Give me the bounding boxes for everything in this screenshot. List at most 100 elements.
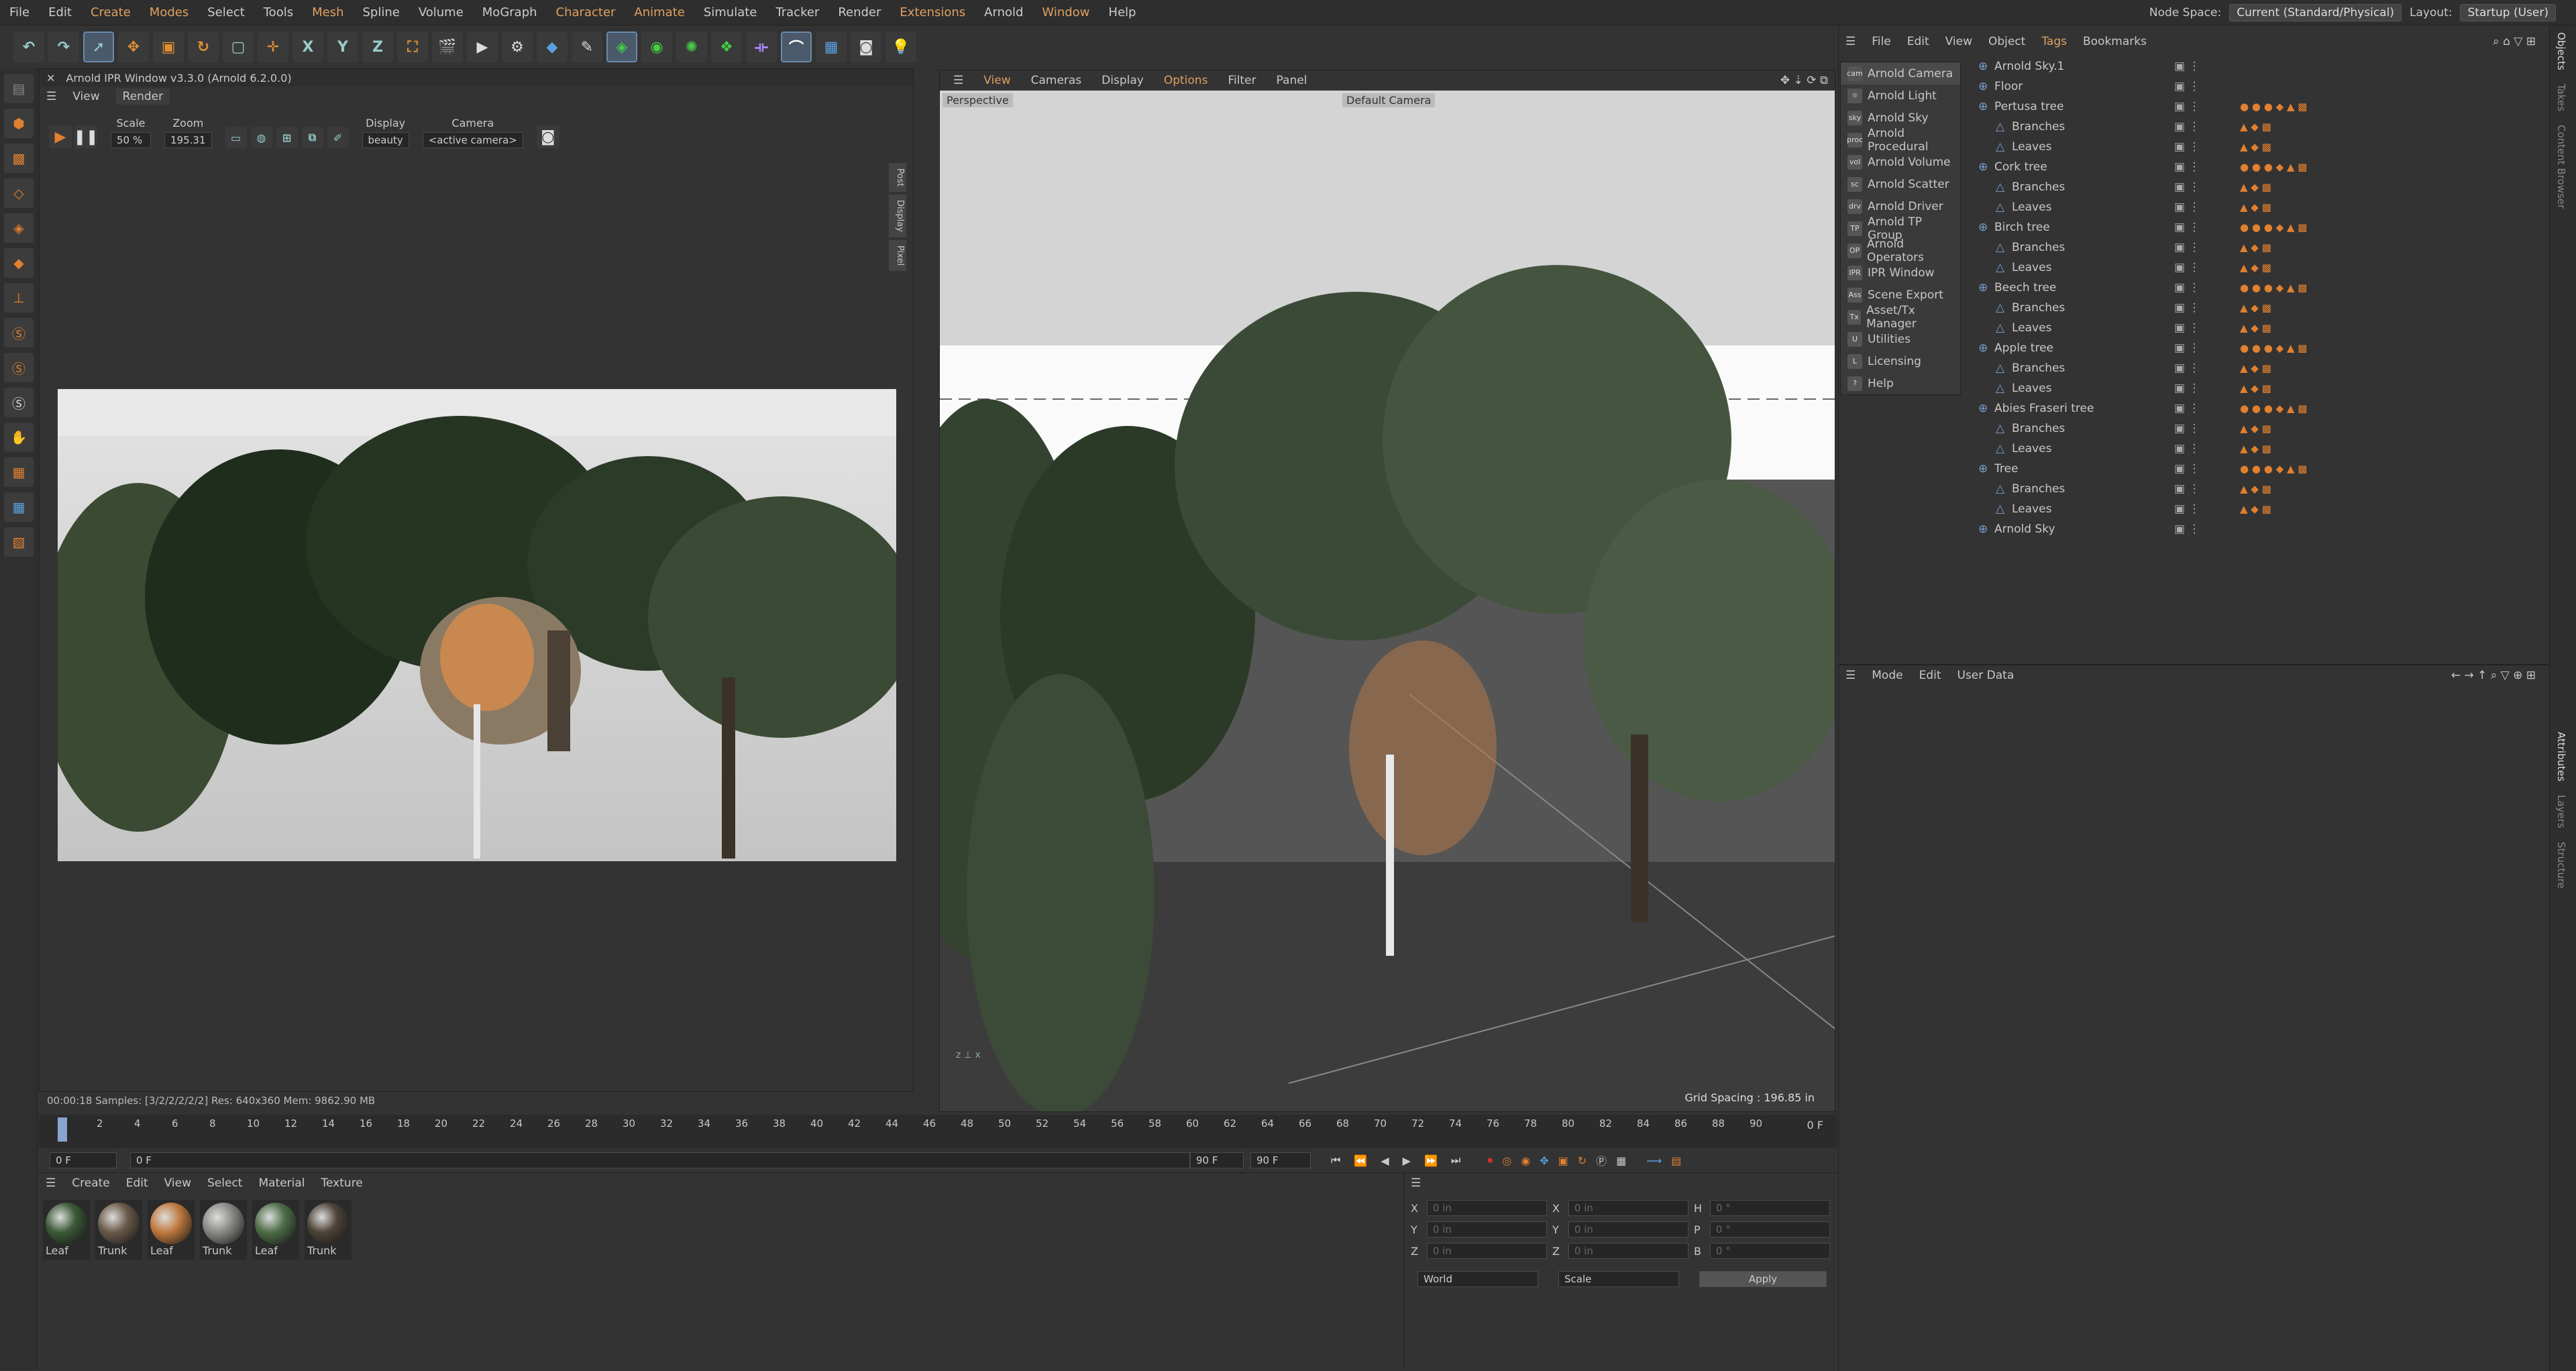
go-start-icon[interactable]: ⏮ (1331, 1154, 1340, 1167)
snap-options-icon[interactable]: Ⓢ (4, 388, 34, 417)
tag-icons[interactable]: ● ● ● ◆ ▲ ▩ (2240, 342, 2307, 354)
locked-workplane-icon[interactable]: ▧ (4, 527, 34, 557)
dope-sheet-icon[interactable]: ▤ (1671, 1154, 1681, 1167)
arnold-menu-item[interactable]: Ass Scene Export (1841, 284, 1960, 306)
object-row[interactable]: ⊕ Abies Fraseri tree ▣ ⋮ ● ● ● ◆ ▲ ▩ (1965, 398, 2550, 419)
key-param-icon[interactable]: Ⓟ (1596, 1152, 1607, 1168)
globe-icon[interactable]: ◍ (250, 127, 272, 148)
obj-menu-bookmarks[interactable]: Bookmarks (2083, 35, 2147, 48)
ipr-menu-render[interactable]: Render (115, 89, 170, 105)
mat-menu-edit[interactable]: Edit (126, 1176, 148, 1190)
object-row[interactable]: △ Branches ▣ ⋮ ▲ ◆ ▩ (1965, 419, 2550, 439)
tag-icons[interactable]: ▲ ◆ ▩ (2240, 483, 2271, 495)
arnold-menu-item[interactable]: ? Help (1841, 372, 1960, 394)
transform-tool-icon[interactable]: ✛ (258, 32, 288, 62)
right-tab[interactable]: Takes (2550, 77, 2573, 118)
coord-field[interactable]: 0 ° (1709, 1243, 1830, 1259)
coord-field[interactable]: 0 in (1426, 1200, 1547, 1216)
placeholder-tool-icon[interactable]: ▢ (223, 32, 254, 62)
object-row[interactable]: ⊕ Arnold Sky.1 ▣ ⋮ (1965, 56, 2550, 76)
make-editable-icon[interactable]: ▤ (4, 74, 34, 103)
material-swatch[interactable]: Trunk (305, 1200, 352, 1260)
tag-icons[interactable]: ▲ ◆ ▩ (2240, 201, 2271, 213)
visibility-icon[interactable]: ▣ ⋮ (2174, 462, 2200, 476)
menu-tools[interactable]: Tools (254, 5, 303, 19)
material-swatch[interactable]: Leaf (43, 1200, 90, 1260)
visibility-icon[interactable]: ▣ ⋮ (2174, 201, 2200, 214)
coord-field[interactable]: 0 in (1568, 1243, 1688, 1259)
render-region-icon[interactable]: 🎬 (432, 32, 463, 62)
obj-menu-file[interactable]: File (1872, 35, 1890, 48)
arnold-menu-item[interactable]: sc Arnold Scatter (1841, 173, 1960, 195)
record-icon[interactable]: ⏺ (1487, 1154, 1493, 1167)
object-row[interactable]: △ Leaves ▣ ⋮ ▲ ◆ ▩ (1965, 378, 2550, 398)
render-view-icon[interactable]: ▶ (467, 32, 498, 62)
cube-icon[interactable]: ◆ (537, 32, 568, 62)
start-render-icon[interactable]: ▶ (49, 125, 72, 148)
timeline-playhead[interactable] (58, 1117, 67, 1142)
tag-icons[interactable]: ▲ ◆ ▩ (2240, 382, 2271, 394)
generator-icon[interactable]: ◉ (641, 32, 672, 62)
object-row[interactable]: ⊕ Birch tree ▣ ⋮ ● ● ● ◆ ▲ ▩ (1965, 217, 2550, 237)
visibility-icon[interactable]: ▣ ⋮ (2174, 180, 2200, 194)
object-row[interactable]: ⊕ Floor ▣ ⋮ (1965, 76, 2550, 97)
tag-icons[interactable]: ▲ ◆ ▩ (2240, 322, 2271, 334)
apply-button[interactable]: Apply (1699, 1271, 1827, 1287)
tag-icons[interactable]: ● ● ● ◆ ▲ ▩ (2240, 463, 2307, 475)
object-row[interactable]: △ Branches ▣ ⋮ ▲ ◆ ▩ (1965, 358, 2550, 378)
visibility-icon[interactable]: ▣ ⋮ (2174, 321, 2200, 335)
vp-menu-options[interactable]: Options (1164, 74, 1208, 87)
object-row[interactable]: ⊕ Cork tree ▣ ⋮ ● ● ● ◆ ▲ ▩ (1965, 157, 2550, 177)
side-tab-pixel[interactable]: Pixel (889, 240, 906, 272)
tag-icons[interactable]: ● ● ● ◆ ▲ ▩ (2240, 221, 2307, 233)
attr-menu-userdata[interactable]: User Data (1957, 669, 2015, 682)
vp-menu-display[interactable]: Display (1102, 74, 1144, 87)
axis-y-button[interactable]: Y (327, 32, 358, 62)
object-row[interactable]: ⊕ Pertusa tree ▣ ⋮ ● ● ● ◆ ▲ ▩ (1965, 97, 2550, 117)
object-row[interactable]: △ Branches ▣ ⋮ ▲ ◆ ▩ (1965, 479, 2550, 499)
mat-menu-view[interactable]: View (164, 1176, 191, 1190)
vp-menu-cameras[interactable]: Cameras (1031, 74, 1082, 87)
coord-field[interactable]: 0 in (1568, 1200, 1688, 1216)
coord-field[interactable]: 0 in (1568, 1221, 1688, 1238)
attr-menu-edit[interactable]: Edit (1919, 669, 1941, 682)
visibility-icon[interactable]: ▣ ⋮ (2174, 482, 2200, 496)
layout-dropdown[interactable]: Startup (User) (2460, 4, 2556, 21)
tag-icons[interactable]: ▲ ◆ ▩ (2240, 423, 2271, 435)
coord-field[interactable]: 0 in (1426, 1243, 1547, 1259)
visibility-icon[interactable]: ▣ ⋮ (2174, 301, 2200, 315)
scale-input[interactable]: 50 % (111, 132, 151, 148)
tag-icons[interactable]: ● ● ● ◆ ▲ ▩ (2240, 101, 2307, 113)
arnold-menu-item[interactable]: OP Arnold Operators (1841, 237, 1960, 264)
arnold-menu-item[interactable]: ☼ Arnold Light (1841, 85, 1960, 107)
rotate-tool-icon[interactable]: ↻ (188, 32, 219, 62)
attr-menu-mode[interactable]: Mode (1872, 669, 1902, 682)
obj-menu-tags[interactable]: Tags (2041, 35, 2067, 48)
arnold-menu-item[interactable]: cam Arnold Camera (1841, 62, 1960, 85)
visibility-icon[interactable]: ▣ ⋮ (2174, 100, 2200, 113)
tag-icons[interactable]: ▲ ◆ ▩ (2240, 262, 2271, 274)
step-back-icon[interactable]: ⏪ (1354, 1154, 1367, 1167)
go-end-icon[interactable]: ⏭ (1451, 1154, 1460, 1167)
coord-field[interactable]: 0 in (1426, 1221, 1547, 1238)
object-row[interactable]: △ Leaves ▣ ⋮ ▲ ◆ ▩ (1965, 499, 2550, 519)
visibility-icon[interactable]: ▣ ⋮ (2174, 523, 2200, 536)
tag-icons[interactable]: ▲ ◆ ▩ (2240, 443, 2271, 455)
right-tab[interactable]: Layers (2550, 788, 2573, 835)
arnold-menu-item[interactable]: TP Arnold TP Group (1841, 215, 1960, 242)
menu-mograph[interactable]: MoGraph (473, 5, 547, 19)
tag-icons[interactable]: ▲ ◆ ▩ (2240, 181, 2271, 193)
fcurve-icon[interactable]: ⟿ (1646, 1154, 1662, 1167)
polygons-mode-icon[interactable]: ◆ (4, 248, 34, 278)
visibility-icon[interactable]: ▣ ⋮ (2174, 442, 2200, 455)
object-row[interactable]: △ Branches ▣ ⋮ ▲ ◆ ▩ (1965, 117, 2550, 137)
vp-menu-view[interactable]: View (983, 74, 1010, 87)
menu-arnold[interactable]: Arnold (975, 5, 1032, 19)
timeline[interactable]: 0246810121416182022242628303234363840424… (39, 1115, 1837, 1148)
autokey-icon[interactable]: ◎ (1502, 1154, 1511, 1167)
side-tab-display[interactable]: Display (889, 195, 906, 238)
tag-icons[interactable]: ▲ ◆ ▩ (2240, 241, 2271, 254)
material-swatch[interactable]: Leaf (252, 1200, 299, 1260)
menu-extensions[interactable]: Extensions (890, 5, 975, 19)
visibility-icon[interactable]: ▣ ⋮ (2174, 221, 2200, 234)
